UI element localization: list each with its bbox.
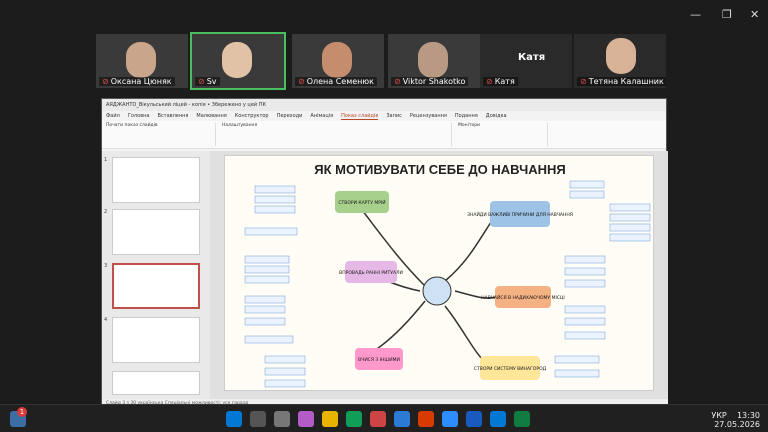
ribbon-group-monitors: Монітори <box>458 123 480 128</box>
participant-tile[interactable]: ⊘ Оксана Цюняк <box>96 34 188 88</box>
notification-badge: 1 <box>17 407 27 417</box>
chrome-icon[interactable] <box>370 411 386 427</box>
ribbon: Почати показ слайдів Налаштування Моніто… <box>102 121 666 149</box>
zoom-icon[interactable] <box>442 411 458 427</box>
clock-time[interactable]: 13:30 <box>737 411 760 420</box>
mic-muted-icon: ⊘ <box>198 77 205 86</box>
mic-muted-icon: ⊘ <box>298 77 305 86</box>
store-icon[interactable] <box>394 411 410 427</box>
app-titlebar: АЯДЖАНТО_Вікульський ліцей - копія • Збе… <box>102 99 666 111</box>
excel-icon[interactable] <box>514 411 530 427</box>
tab-transitions[interactable]: Переходи <box>277 113 303 119</box>
participant-tile[interactable]: ⊘ Олена Семенюк <box>292 34 384 88</box>
slide-thumbnails: 1 2 3 4 <box>102 151 210 401</box>
mic-muted-icon: ⊘ <box>580 77 587 86</box>
tab-animations[interactable]: Анімація <box>310 113 333 119</box>
minimize-icon[interactable]: — <box>690 8 701 21</box>
language-indicator[interactable]: УКР <box>711 411 726 420</box>
system-tray: УКР 13:30 27.05.2026 <box>711 411 760 429</box>
svg-text:НАВЧАЙСЯ В НАДИХАЮЧОМУ МІСЦІ: НАВЧАЙСЯ В НАДИХАЮЧОМУ МІСЦІ <box>481 294 565 301</box>
tab-slideshow[interactable]: Показ слайдів <box>341 113 379 120</box>
taskbar: УКР 13:30 27.05.2026 <box>0 404 768 432</box>
file-explorer-icon[interactable] <box>322 411 338 427</box>
task-view-icon[interactable] <box>274 411 290 427</box>
slide-thumbnail[interactable] <box>112 371 200 395</box>
mail-icon[interactable] <box>490 411 506 427</box>
restore-icon[interactable]: ❐ <box>722 8 732 21</box>
slide-thumbnail[interactable] <box>112 157 200 203</box>
edge-icon[interactable] <box>346 411 362 427</box>
tab-draw[interactable]: Малювання <box>196 113 226 119</box>
close-icon[interactable]: ✕ <box>750 8 759 21</box>
start-icon[interactable] <box>226 411 242 427</box>
active-speaker-name: Катя <box>518 52 546 63</box>
mic-muted-icon: ⊘ <box>394 77 401 86</box>
window-topbar: — ❐ ✕ <box>0 0 768 28</box>
search-icon[interactable] <box>250 411 266 427</box>
ribbon-group-setup: Налаштування <box>222 123 258 128</box>
tab-insert[interactable]: Вставлення <box>157 113 188 119</box>
slide-canvas: ЯК МОТИВУВАТИ СЕБЕ ДО НАВЧАННЯ СТВОРИ КА… <box>210 151 668 401</box>
slide-thumbnail[interactable] <box>112 209 200 255</box>
clock-date[interactable]: 27.05.2026 <box>714 420 760 429</box>
tab-record[interactable]: Запис <box>386 113 402 119</box>
copilot-icon[interactable] <box>298 411 314 427</box>
tab-file[interactable]: Файл <box>106 113 120 119</box>
slide-thumbnail[interactable] <box>112 317 200 363</box>
slide-thumbnail-selected[interactable] <box>112 263 200 309</box>
tab-view[interactable]: Подання <box>455 113 478 119</box>
tab-help[interactable]: Довідка <box>486 113 507 119</box>
ribbon-tabs: Файл Головна Вставлення Малювання Констр… <box>102 111 666 121</box>
participant-tile[interactable]: ⊘ Тетяна Калашник <box>574 34 666 88</box>
svg-text:ВПРОВАДЬ РАННІ РИТУАЛИ: ВПРОВАДЬ РАННІ РИТУАЛИ <box>339 270 403 276</box>
participant-tile[interactable]: ⊘ Viktor Shakotko <box>388 34 480 88</box>
participant-tile[interactable]: ⊘ Sv <box>190 32 286 90</box>
app-title: АЯДЖАНТО_Вікульський ліцей - копія • Збе… <box>106 102 267 108</box>
slide-title: ЯК МОТИВУВАТИ СЕБЕ ДО НАВЧАННЯ <box>314 162 565 177</box>
tab-design[interactable]: Конструктор <box>235 113 269 119</box>
svg-text:СТВОРИ КАРТУ МРІЙ: СТВОРИ КАРТУ МРІЙ <box>338 199 385 206</box>
tab-home[interactable]: Головна <box>128 113 150 119</box>
current-slide[interactable]: ЯК МОТИВУВАТИ СЕБЕ ДО НАВЧАННЯ СТВОРИ КА… <box>224 155 654 391</box>
tab-review[interactable]: Рецензування <box>410 113 447 119</box>
mic-muted-icon: ⊘ <box>486 77 493 86</box>
powerpoint-window: АЯДЖАНТО_Вікульський ліцей - копія • Збе… <box>101 98 668 410</box>
svg-text:ЗНАЙДИ ВАЖЛИВІ ПРИЧИНИ ДЛЯ НАВ: ЗНАЙДИ ВАЖЛИВІ ПРИЧИНИ ДЛЯ НАВЧАННЯ <box>467 211 573 218</box>
powerpoint-icon[interactable] <box>418 411 434 427</box>
word-icon[interactable] <box>466 411 482 427</box>
editor-area: 1 2 3 4 ЯК МОТИВУВАТИ СЕБЕ ДО НАВЧАННЯ С… <box>102 151 668 401</box>
ribbon-group-start: Почати показ слайдів <box>106 123 158 128</box>
svg-text:СТВОРИ СИСТЕМУ ВИНАГОРОД: СТВОРИ СИСТЕМУ ВИНАГОРОД <box>474 366 547 372</box>
mic-muted-icon: ⊘ <box>102 77 109 86</box>
central-figure-icon <box>422 276 452 306</box>
mindmap: ЯК МОТИВУВАТИ СЕБЕ ДО НАВЧАННЯ СТВОРИ КА… <box>244 162 651 388</box>
svg-text:ВЧИСЯ З ІНШИМИ: ВЧИСЯ З ІНШИМИ <box>358 357 400 363</box>
